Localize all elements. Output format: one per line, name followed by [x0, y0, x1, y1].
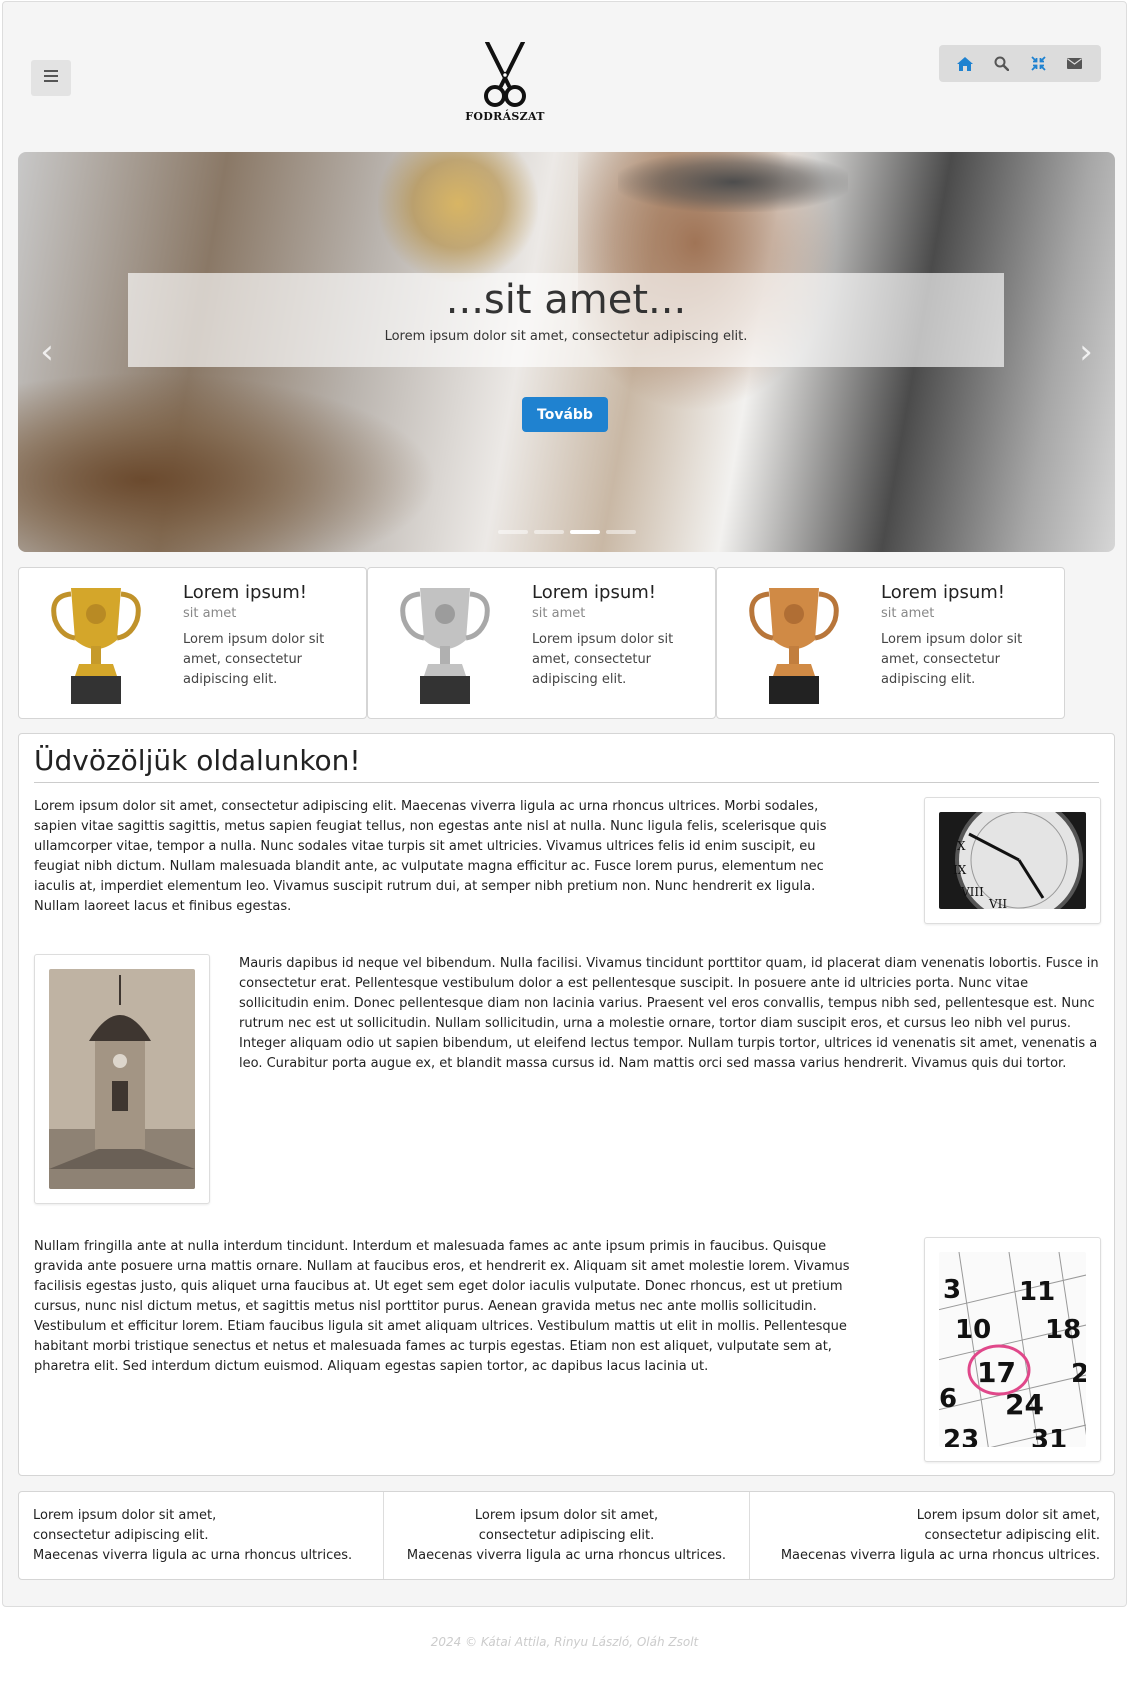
calendar-number: 2 — [1071, 1359, 1086, 1389]
compress-button[interactable] — [1024, 50, 1052, 78]
gold-trophy-image — [51, 588, 141, 704]
carousel-text: Lorem ipsum dolor sit amet, consectetur … — [384, 329, 748, 344]
hamburger-icon — [44, 70, 58, 86]
card-title: Lorem ipsum! — [881, 582, 1006, 603]
clock-thumbnail[interactable]: X IX VIII VII — [924, 796, 1101, 924]
feature-card: Lorem ipsum! sit amet Lorem ipsum dolor … — [18, 567, 367, 719]
calendar-number: 10 — [955, 1315, 991, 1345]
footer-columns: Lorem ipsum dolor sit amet, consectetur … — [18, 1491, 1115, 1580]
footer-column: Lorem ipsum dolor sit amet, consectetur … — [383, 1492, 748, 1579]
chevron-left-icon[interactable]: ‹ — [32, 332, 62, 372]
carousel-indicator-1[interactable] — [498, 530, 528, 534]
page-title: Üdvözöljük oldalunkon! — [34, 744, 361, 777]
calendar-number: 23 — [943, 1425, 979, 1447]
footer-column: Lorem ipsum dolor sit amet, consectetur … — [748, 1492, 1114, 1579]
hero-carousel[interactable]: ...sit amet... Lorem ipsum dolor sit ame… — [18, 152, 1115, 552]
site-logo[interactable]: FODRÁSZAT — [465, 42, 545, 124]
card-subtitle: sit amet — [183, 606, 237, 621]
copyright: 2024 © Kátai Attila, Rinyu László, Oláh … — [430, 1635, 699, 1649]
search-button[interactable] — [988, 50, 1016, 78]
calendar-number: 24 — [1005, 1388, 1044, 1421]
card-subtitle: sit amet — [532, 606, 586, 621]
footer-line: Lorem ipsum dolor sit amet, — [474, 1508, 659, 1523]
feature-card: Lorem ipsum! sit amet Lorem ipsum dolor … — [367, 567, 716, 719]
slide-image-region — [618, 152, 848, 212]
footer-line: consectetur adipiscing elit. — [33, 1528, 209, 1543]
calendar-thumbnail[interactable]: 3 11 10 18 17 6 24 2 23 31 — [924, 1237, 1101, 1463]
main-content: Üdvözöljük oldalunkon! Lorem ipsum dolor… — [18, 733, 1115, 1476]
search-icon — [994, 56, 1010, 71]
footer-line: Maecenas viverra ligula ac urna rhoncus … — [780, 1548, 1100, 1563]
toolbar — [939, 45, 1101, 82]
church-tower-image — [49, 969, 195, 1189]
slide-image-region — [378, 152, 538, 282]
menu-button[interactable] — [31, 60, 71, 96]
card-title: Lorem ipsum! — [183, 582, 308, 603]
card-subtitle: sit amet — [881, 606, 935, 621]
calendar-image: 3 11 10 18 17 6 24 2 23 31 — [928, 1251, 1100, 1463]
clock-image: X IX VIII VII — [939, 796, 1086, 924]
envelope-icon — [1067, 58, 1083, 69]
card-text: Lorem ipsum dolor sit amet, consectetur … — [183, 632, 325, 687]
footer-line: Maecenas viverra ligula ac urna rhoncus … — [406, 1548, 727, 1563]
card-text: Lorem ipsum dolor sit amet, consectetur … — [532, 632, 674, 687]
slide-image-region — [18, 372, 438, 552]
footer-line: consectetur adipiscing elit. — [924, 1528, 1100, 1543]
paragraph: Lorem ipsum dolor sit amet, consectetur … — [34, 799, 827, 914]
footer-line: Lorem ipsum dolor sit amet, — [916, 1508, 1100, 1523]
chevron-right-icon[interactable]: › — [1071, 332, 1101, 372]
page-container: FODRÁSZAT ...sit amet... Lorem ipsum dol… — [2, 1, 1127, 1607]
compress-icon — [1031, 56, 1046, 71]
bronze-trophy-image — [749, 588, 839, 704]
svg-text:IX: IX — [953, 863, 967, 877]
carousel-title: ...sit amet... — [445, 277, 687, 323]
footer-line: consectetur adipiscing elit. — [478, 1528, 655, 1543]
footer-column: Lorem ipsum dolor sit amet, consectetur … — [19, 1492, 383, 1579]
svg-text:X: X — [957, 839, 966, 853]
card-text: Lorem ipsum dolor sit amet, consectetur … — [881, 632, 1023, 687]
calendar-number: 31 — [1031, 1425, 1067, 1447]
svg-text:VII: VII — [988, 897, 1007, 909]
feature-card: Lorem ipsum! sit amet Lorem ipsum dolor … — [716, 567, 1065, 719]
logo-text: FODRÁSZAT — [465, 110, 545, 123]
home-icon — [957, 56, 974, 71]
paragraph: Mauris dapibus id neque vel bibendum. Nu… — [239, 956, 1099, 1071]
silver-trophy-image — [400, 588, 490, 704]
calendar-number: 6 — [939, 1384, 957, 1414]
carousel-caption: ...sit amet... Lorem ipsum dolor sit ame… — [128, 273, 1004, 367]
contact-button[interactable] — [1061, 50, 1089, 78]
svg-text:VIII: VIII — [960, 885, 984, 899]
carousel-indicator-3[interactable] — [570, 530, 600, 534]
scissors-icon — [484, 42, 526, 107]
footer-line: Maecenas viverra ligula ac urna rhoncus … — [33, 1548, 353, 1563]
carousel-indicator-2[interactable] — [534, 530, 564, 534]
footer-line: Lorem ipsum dolor sit amet, — [33, 1508, 217, 1523]
calendar-number: 18 — [1045, 1315, 1081, 1345]
card-title: Lorem ipsum! — [532, 582, 657, 603]
more-button[interactable]: Tovább — [522, 397, 608, 432]
carousel-indicators — [498, 530, 636, 534]
calendar-number: 3 — [943, 1275, 961, 1305]
home-button[interactable] — [951, 50, 979, 78]
divider — [34, 782, 1099, 783]
carousel-indicator-4[interactable] — [606, 530, 636, 534]
paragraph: Nullam fringilla ante at nulla interdum … — [34, 1239, 850, 1374]
calendar-number: 11 — [1019, 1277, 1055, 1307]
church-thumbnail[interactable] — [34, 954, 210, 1204]
calendar-number: 17 — [977, 1356, 1016, 1389]
